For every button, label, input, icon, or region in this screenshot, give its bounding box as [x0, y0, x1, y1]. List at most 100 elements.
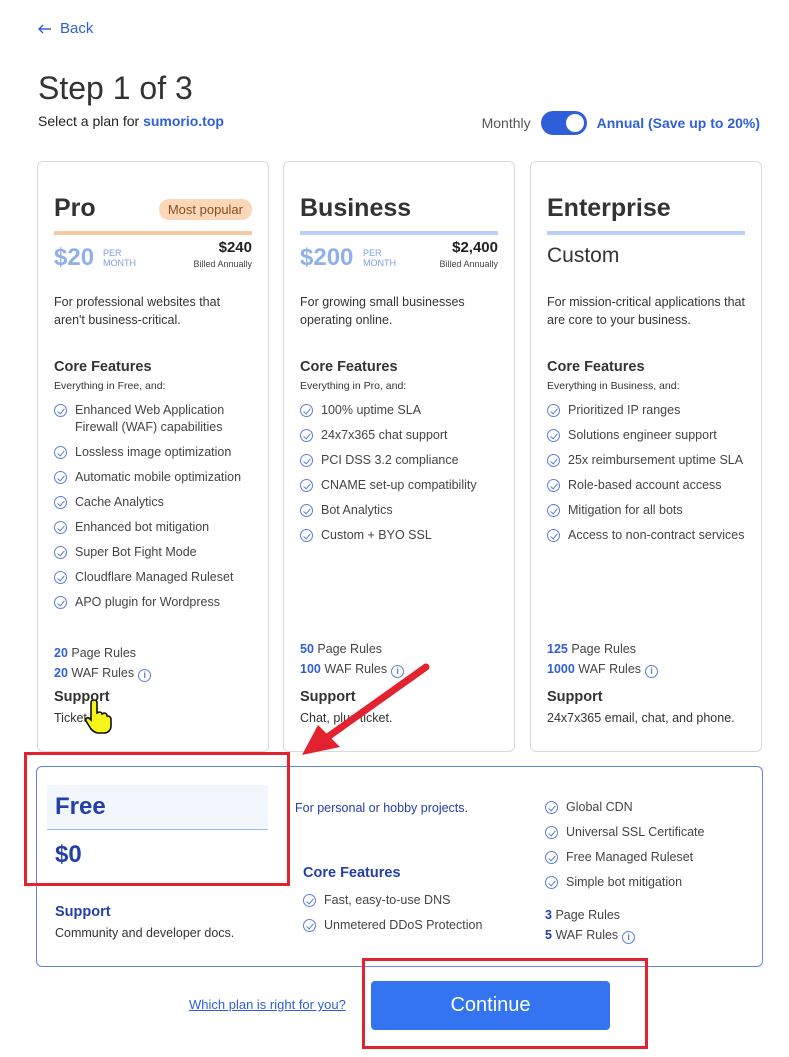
plan-card-enterprise[interactable]: Enterprise Custom For mission-critical a… — [530, 161, 762, 752]
feature-label: Enhanced bot mitigation — [75, 520, 210, 534]
plan-price-custom: Custom — [547, 244, 620, 267]
waf-rules-label: WAF Rules — [71, 666, 135, 680]
core-features-title: Core Features — [547, 359, 645, 375]
feature-label: Global CDN — [566, 800, 633, 814]
back-link[interactable]: Back — [38, 20, 93, 37]
feature-item: Custom + BYO SSL — [300, 527, 504, 544]
feature-label: Automatic mobile optimization — [75, 470, 242, 484]
check-circle-icon — [54, 571, 67, 584]
check-circle-icon — [54, 546, 67, 559]
plan-name: Pro — [54, 194, 96, 222]
support-text: Community and developer docs. — [55, 926, 235, 940]
feature-label: Enhanced Web Application Firewall (WAF) … — [75, 403, 225, 434]
feature-item: Cloudflare Managed Ruleset — [54, 569, 258, 586]
feature-item: APO plugin for Wordpress — [54, 594, 258, 611]
plan-description: For growing small businesses operating o… — [300, 295, 465, 327]
feature-list: Fast, easy-to-use DNS Unmetered DDoS Pro… — [303, 892, 482, 942]
price-period: PER MONTH — [103, 248, 136, 268]
plan-card-pro[interactable]: Pro Most popular $20 PER MONTH $240 Bill… — [37, 161, 269, 752]
feature-list: Prioritized IP ranges Solutions engineer… — [547, 402, 751, 552]
extras-list: Global CDN Universal SSL Certificate Fre… — [545, 799, 704, 899]
check-circle-icon — [54, 404, 67, 417]
feature-item: Prioritized IP ranges — [547, 402, 751, 419]
core-features-title: Core Features — [303, 865, 401, 881]
waf-rules-label: WAF Rules — [578, 662, 642, 676]
waf-rules-count: 5 — [545, 928, 552, 942]
check-circle-icon — [547, 429, 560, 442]
most-popular-badge: Most popular — [158, 199, 252, 220]
annual-label[interactable]: Annual (Save up to 20%) — [597, 115, 760, 131]
support-text: Ticket — [54, 711, 87, 725]
page-rules-label: Page Rules — [555, 908, 621, 922]
check-circle-icon — [54, 496, 67, 509]
which-plan-link[interactable]: Which plan is right for you? — [189, 997, 346, 1012]
plan-underline — [547, 231, 745, 235]
feature-item: Mitigation for all bots — [547, 502, 751, 519]
page-rules: 50 Page Rules — [300, 642, 382, 656]
feature-label: Unmetered DDoS Protection — [324, 918, 483, 932]
check-circle-icon — [54, 471, 67, 484]
arrow-left-icon — [38, 24, 51, 33]
check-circle-icon — [54, 521, 67, 534]
page-rules-count: 20 — [54, 646, 68, 660]
annotation-arrow-icon — [302, 663, 430, 755]
page-rules: 125 Page Rules — [547, 642, 636, 656]
domain-name: sumorio.top — [143, 113, 224, 129]
feature-label: Cache Analytics — [75, 495, 164, 509]
feature-label: APO plugin for Wordpress — [75, 595, 220, 609]
info-icon[interactable]: i — [645, 665, 659, 678]
feature-label: Cloudflare Managed Ruleset — [75, 570, 234, 584]
page-rules: 3 Page Rules — [545, 908, 620, 922]
back-label: Back — [60, 20, 94, 37]
annual-amount: $2,400 — [452, 239, 498, 256]
check-circle-icon — [545, 801, 558, 814]
feature-label: PCI DSS 3.2 compliance — [321, 453, 459, 467]
page-rules-count: 125 — [547, 642, 568, 656]
feature-item: Enhanced bot mitigation — [54, 519, 258, 536]
feature-item: Super Bot Fight Mode — [54, 544, 258, 561]
annual-note: Billed Annually — [439, 259, 498, 269]
info-icon[interactable]: i — [138, 669, 152, 682]
annotation-box-free — [24, 752, 290, 886]
check-circle-icon — [54, 446, 67, 459]
billing-toggle[interactable] — [540, 111, 587, 135]
feature-item: Enhanced Web Application Firewall (WAF) … — [54, 402, 258, 436]
feature-item: Automatic mobile optimization — [54, 469, 258, 486]
page-subtitle: Select a plan for sumorio.top — [38, 113, 224, 129]
feature-label: Super Bot Fight Mode — [75, 545, 197, 559]
plan-name: Enterprise — [547, 194, 671, 222]
plan-price: $200 — [300, 244, 354, 271]
feature-item: PCI DSS 3.2 compliance — [300, 452, 504, 469]
annual-price: $2,400 Billed Annually — [439, 239, 498, 269]
feature-item: Lossless image optimization — [54, 444, 258, 461]
core-features-title: Core Features — [300, 359, 398, 375]
waf-rules-count: 20 — [54, 666, 68, 680]
feature-item: Unmetered DDoS Protection — [303, 917, 482, 934]
check-circle-icon — [545, 876, 558, 889]
plan-underline — [300, 231, 498, 235]
check-circle-icon — [300, 454, 313, 467]
waf-rules-label: WAF Rules — [555, 928, 619, 942]
feature-item: 25x reimbursement uptime SLA — [547, 452, 751, 469]
core-features-sub: Everything in Free, and: — [54, 380, 166, 392]
support-title: Support — [55, 904, 111, 920]
check-circle-icon — [300, 404, 313, 417]
feature-item: Role-based account access — [547, 477, 751, 494]
monthly-label[interactable]: Monthly — [482, 115, 531, 131]
feature-item: Free Managed Ruleset — [545, 849, 704, 866]
plan-price: $20 — [54, 244, 95, 271]
feature-label: Free Managed Ruleset — [566, 850, 694, 864]
check-circle-icon — [547, 479, 560, 492]
feature-list: 100% uptime SLA 24x7x365 chat support PC… — [300, 402, 504, 552]
toggle-knob — [565, 114, 584, 132]
feature-label: Lossless image optimization — [75, 445, 232, 459]
waf-rules: 1000 WAF Rules i — [547, 662, 659, 678]
page-rules-label: Page Rules — [317, 642, 383, 656]
feature-label: 25x reimbursement uptime SLA — [568, 453, 744, 467]
feature-label: Fast, easy-to-use DNS — [324, 893, 451, 907]
core-features-sub: Everything in Business, and: — [547, 380, 680, 392]
support-title: Support — [547, 689, 603, 705]
feature-label: Mitigation for all bots — [568, 503, 683, 517]
info-icon[interactable]: i — [622, 931, 636, 944]
annotation-box-continue — [362, 958, 648, 1049]
